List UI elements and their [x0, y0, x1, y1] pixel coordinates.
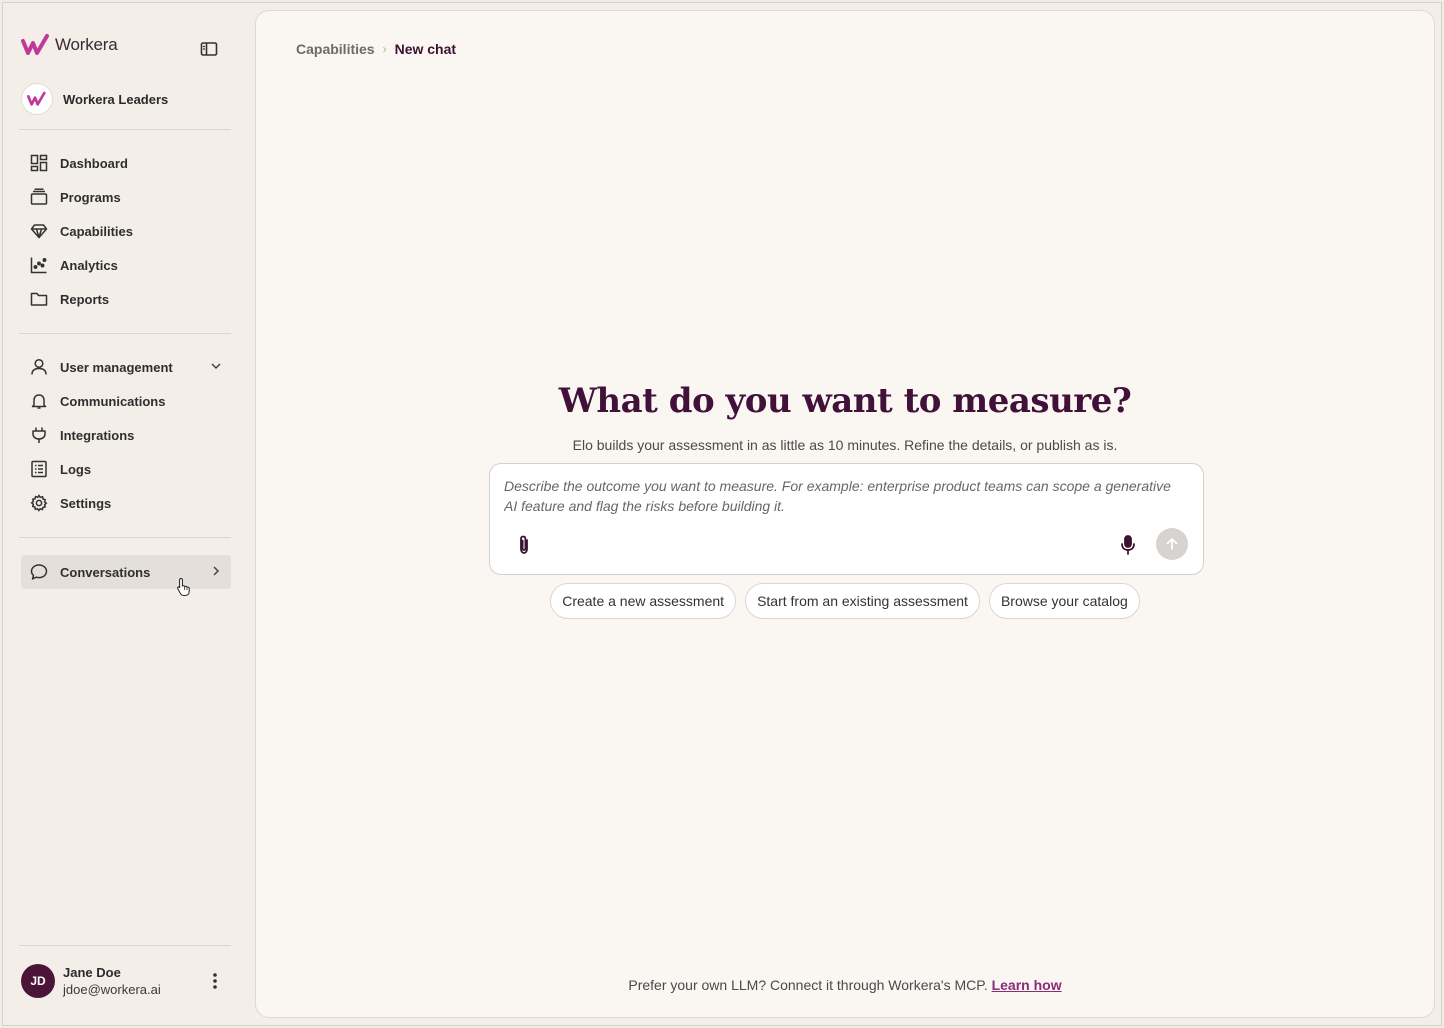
- chip-existing-assessment[interactable]: Start from an existing assessment: [745, 583, 980, 619]
- dashboard-icon: [30, 154, 48, 172]
- nav-label: Analytics: [60, 257, 118, 273]
- chip-browse-catalog[interactable]: Browse your catalog: [988, 583, 1140, 619]
- chevron-down-icon[interactable]: [209, 359, 223, 373]
- nav-label: Dashboard: [60, 155, 128, 171]
- paperclip-icon[interactable]: [514, 534, 534, 556]
- nav-item-programs[interactable]: Programs: [21, 180, 231, 214]
- user-info: Jane Doe jdoe@workera.ai: [63, 965, 161, 997]
- learn-how-link[interactable]: Learn how: [992, 977, 1062, 993]
- chevron-right-icon[interactable]: [209, 564, 223, 578]
- user-profile[interactable]: JD Jane Doe jdoe@workera.ai: [21, 951, 233, 1011]
- chevron-right-icon: ›: [382, 42, 387, 56]
- mcp-footer: Prefer your own LLM? Connect it through …: [256, 977, 1434, 993]
- nav-label: Reports: [60, 291, 110, 307]
- breadcrumb-link[interactable]: Capabilities: [296, 41, 375, 57]
- primary-nav: Dashboard Programs Capabilities Analytic…: [21, 146, 231, 316]
- nav-item-reports[interactable]: Reports: [21, 282, 231, 316]
- user-email: jdoe@workera.ai: [63, 982, 161, 997]
- folder-icon: [30, 290, 48, 308]
- nav-label: User management: [60, 359, 173, 375]
- nav-label: Logs: [60, 461, 92, 477]
- bell-icon: [30, 392, 48, 410]
- brand-name: Workera: [55, 35, 118, 54]
- nav-item-capabilities[interactable]: Capabilities: [21, 214, 231, 248]
- chat-composer: [489, 463, 1204, 575]
- divider: [19, 945, 231, 946]
- nav-item-communications[interactable]: Communications: [21, 384, 231, 418]
- workera-logo-icon: [21, 34, 49, 55]
- more-vertical-icon[interactable]: [205, 971, 225, 991]
- nav-label: Integrations: [60, 427, 135, 443]
- brand[interactable]: Workera: [21, 33, 118, 57]
- chart-icon: [30, 256, 48, 274]
- nav-item-dashboard[interactable]: Dashboard: [21, 146, 231, 180]
- hand-cursor-icon: [177, 577, 190, 596]
- nav-item-integrations[interactable]: Integrations: [21, 418, 231, 452]
- suggestion-chips: Create a new assessment Start from an ex…: [256, 583, 1434, 619]
- nav-label: Conversations: [60, 564, 151, 580]
- nav-item-settings[interactable]: Settings: [21, 486, 231, 520]
- breadcrumb-current: New chat: [394, 41, 457, 57]
- divider: [19, 129, 231, 130]
- nav-label: Programs: [60, 189, 121, 205]
- nav-label: Capabilities: [60, 223, 133, 239]
- avatar: JD: [21, 964, 55, 998]
- conversations-nav: Conversations: [21, 555, 231, 589]
- org-switcher[interactable]: Workera Leaders: [21, 83, 168, 115]
- gear-icon: [30, 494, 48, 512]
- page-title: What do you want to measure?: [558, 381, 1132, 421]
- sidebar-toggle-icon[interactable]: [199, 39, 219, 59]
- admin-nav: User management Communications Integrati…: [21, 350, 231, 520]
- nav-label: Settings: [60, 495, 112, 511]
- nav-item-analytics[interactable]: Analytics: [21, 248, 231, 282]
- breadcrumb: Capabilities › New chat: [296, 41, 456, 57]
- nav-item-user-management[interactable]: User management: [21, 350, 231, 384]
- org-name: Workera Leaders: [63, 91, 169, 107]
- sidebar: Workera Workera Leaders Dashboard Progra…: [3, 3, 253, 1025]
- nav-item-logs[interactable]: Logs: [21, 452, 231, 486]
- main-panel: Capabilities › New chat What do you want…: [255, 10, 1435, 1018]
- list-icon: [30, 460, 48, 478]
- chat-bubble-icon: [30, 563, 48, 581]
- user-icon: [30, 358, 48, 376]
- page-subtitle: Elo builds your assessment in as little …: [572, 437, 1118, 453]
- plug-icon: [30, 426, 48, 444]
- nav-label: Communications: [60, 393, 166, 409]
- divider: [19, 537, 231, 538]
- chip-create-assessment[interactable]: Create a new assessment: [550, 583, 737, 619]
- footer-text: Prefer your own LLM? Connect it through …: [628, 977, 988, 993]
- nav-item-conversations[interactable]: Conversations: [21, 555, 231, 589]
- diamond-icon: [30, 222, 48, 240]
- user-name: Jane Doe: [63, 965, 121, 980]
- prompt-input[interactable]: [504, 476, 1184, 522]
- app-window: Workera Workera Leaders Dashboard Progra…: [2, 2, 1442, 1026]
- send-button[interactable]: [1156, 528, 1188, 560]
- org-avatar: [21, 83, 53, 115]
- microphone-icon[interactable]: [1118, 534, 1138, 556]
- stack-icon: [30, 188, 48, 206]
- arrow-up-icon: [1166, 538, 1178, 550]
- org-logo-icon: [27, 91, 46, 106]
- divider: [19, 333, 231, 334]
